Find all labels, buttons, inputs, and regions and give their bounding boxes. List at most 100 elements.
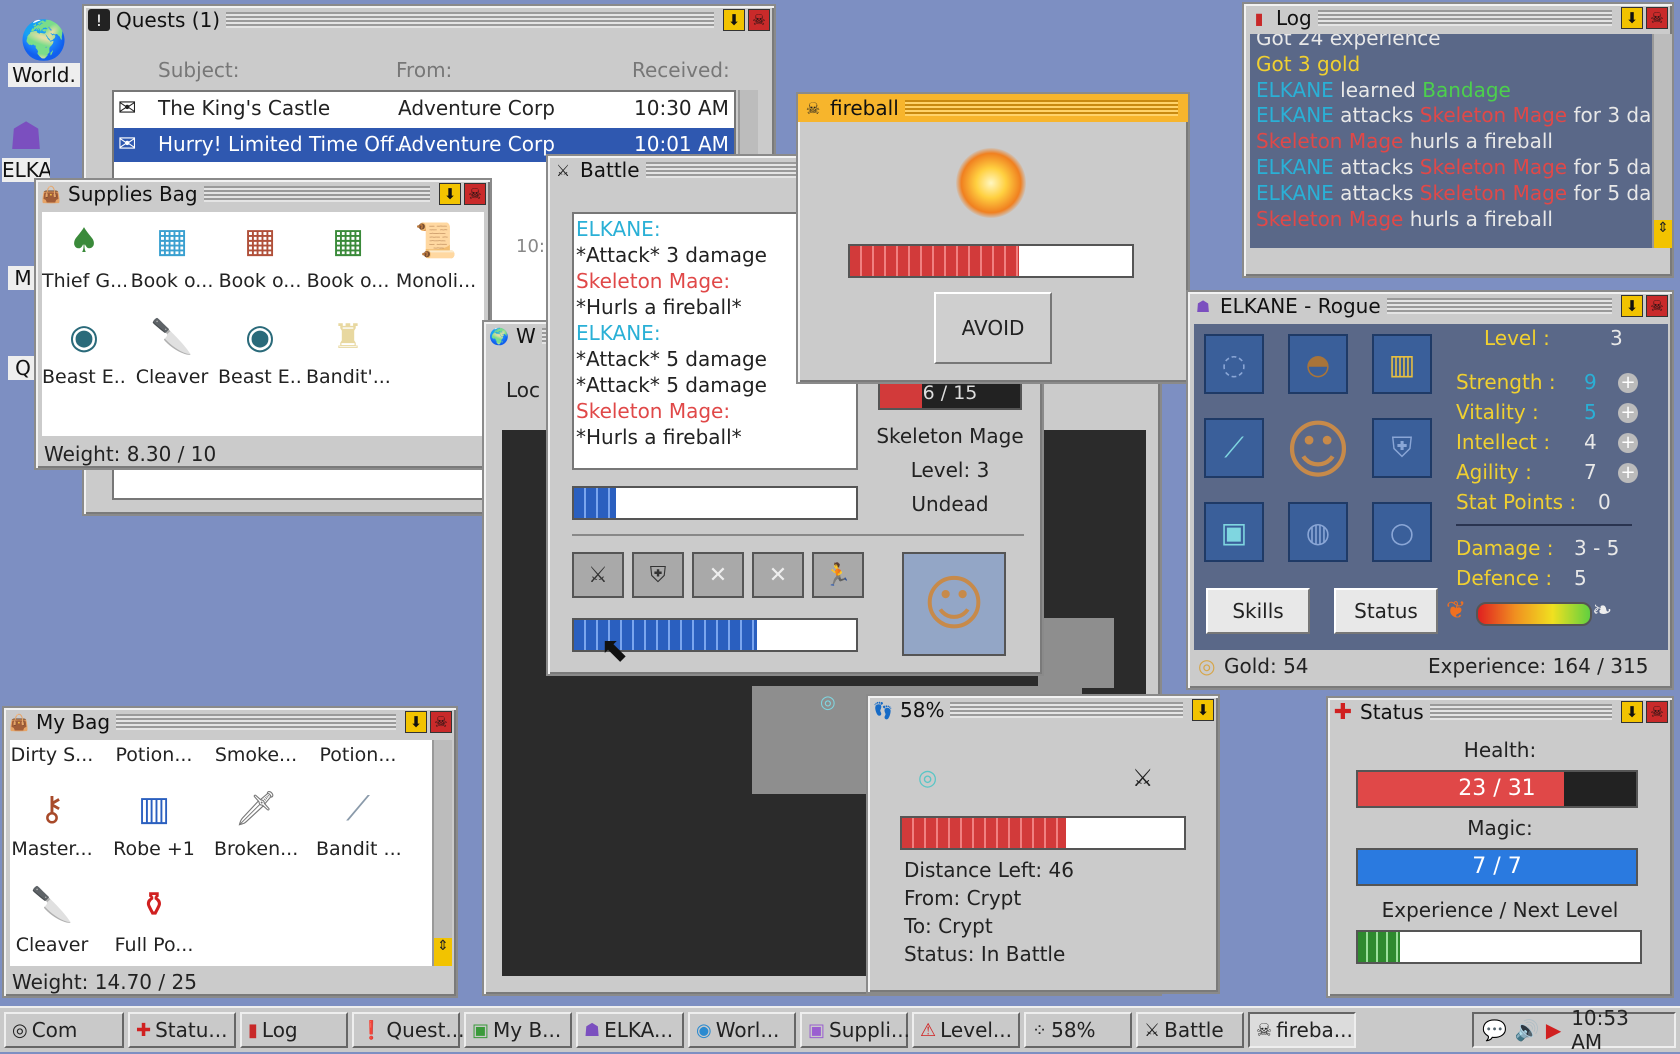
stat-value: 7 <box>1584 460 1597 484</box>
armor-slot[interactable]: ▣ <box>1204 502 1264 562</box>
minimize-icon[interactable]: ⬇ <box>723 9 745 31</box>
add-strength-button[interactable]: + <box>1618 373 1638 393</box>
my-bag-titlebar[interactable]: 👜 My Bag ⬇ ☠ <box>4 708 456 736</box>
item-label: Book o... <box>130 270 214 292</box>
angel-wing-icon: ❧ <box>1592 596 1613 624</box>
travel-titlebar[interactable]: 👣 58% ⬇ <box>868 696 1218 724</box>
add-intellect-button[interactable]: + <box>1618 433 1638 453</box>
inventory-item[interactable]: ⟋ Bandit ... <box>316 780 400 860</box>
inventory-item[interactable]: ▦ Book o... <box>218 212 302 292</box>
play-icon[interactable]: ▶ <box>1546 1018 1561 1042</box>
inventory-item[interactable]: ▥ Robe +1 <box>112 780 196 860</box>
inventory-item[interactable]: ◉ Beast E... <box>218 308 302 388</box>
necklace-slot[interactable]: ◌ <box>1204 334 1264 394</box>
close-icon[interactable]: ☠ <box>1646 701 1668 723</box>
character-titlebar[interactable]: ☗ ELKANE - Rogue ⬇ ☠ <box>1188 292 1672 320</box>
item-label: Potion... <box>115 744 193 766</box>
boots-slot[interactable]: ◍ <box>1288 502 1348 562</box>
inventory-item[interactable]: Dirty S... <box>10 744 94 766</box>
inventory-item[interactable]: ▦ Book o... <box>130 212 214 292</box>
taskbar-item-battle[interactable]: ⚔ Battle <box>1136 1012 1244 1048</box>
item-label: Book o... <box>218 270 302 292</box>
inventory-item[interactable]: ▦ Book o... <box>306 212 390 292</box>
log-scrollbar[interactable]: ⇕ <box>1652 34 1672 248</box>
minimize-icon[interactable]: ⬇ <box>1621 7 1643 29</box>
desktop-icon-world[interactable]: 🌍 World. <box>8 18 80 87</box>
inventory-item[interactable]: ♜ Bandit'... <box>306 308 390 388</box>
add-vitality-button[interactable]: + <box>1618 403 1638 423</box>
inventory-item[interactable]: 🗡 Broken... <box>214 780 298 860</box>
defend-button[interactable]: ⛨ <box>632 552 684 598</box>
taskbar-item-level[interactable]: ⚠ Level... <box>912 1012 1020 1048</box>
quests-titlebar[interactable]: ! Quests (1) ⬇ ☠ <box>84 6 774 34</box>
enemy-hp-text: 6 / 15 <box>922 382 978 404</box>
taskbar-item-world[interactable]: ◉ Worl... <box>688 1012 796 1048</box>
inventory-item[interactable]: ⚱ Full Po... <box>112 876 196 956</box>
minimize-icon[interactable]: ⬇ <box>1621 295 1643 317</box>
inventory-item[interactable]: Smoke... <box>214 744 298 766</box>
taskbar-item-character[interactable]: ☗ ELKA... <box>576 1012 684 1048</box>
status-titlebar[interactable]: ✚ Status ⬇ ☠ <box>1328 698 1672 726</box>
taskbar-item-my-bag[interactable]: ▣ My B... <box>464 1012 572 1048</box>
bar-fill <box>850 246 1020 276</box>
fireball-titlebar[interactable]: ☠ fireball <box>798 94 1188 122</box>
inventory-item[interactable]: Potion... <box>316 744 400 766</box>
inventory-item[interactable]: 🔪 Cleaver <box>10 876 94 956</box>
taskbar-item-compass[interactable]: ◎ Com <box>4 1012 124 1048</box>
close-icon[interactable]: ☠ <box>748 9 770 31</box>
taskbar-item-supplies[interactable]: ▣ Suppli... <box>800 1012 910 1048</box>
inventory-item[interactable]: 🔪 Cleaver <box>130 308 214 388</box>
x-icon: ✕ <box>768 562 788 588</box>
ring-slot[interactable]: ○ <box>1372 502 1432 562</box>
quest-row[interactable]: ✉ The King's Castle Adventure Corp 10:30… <box>114 92 734 126</box>
empty-action-slot[interactable]: ✕ <box>752 552 804 598</box>
inventory-item[interactable]: ◉ Beast E... <box>42 308 126 388</box>
inventory-item[interactable]: Potion... <box>112 744 196 766</box>
taskbar-label: Level... <box>940 1018 1013 1042</box>
battle-marker-icon: ⚔ <box>1132 764 1154 792</box>
cloak-slot[interactable]: ▥ <box>1372 334 1432 394</box>
log-titlebar[interactable]: ▮ Log ⬇ ☠ <box>1244 4 1672 32</box>
shield-slot[interactable]: ⛨ <box>1372 418 1432 478</box>
taskbar-item-quests[interactable]: ❗ Quest... <box>352 1012 464 1048</box>
desktop-icon-character[interactable]: ☗ ELKA <box>2 114 50 182</box>
taskbar-item-status[interactable]: ✚ Statu... <box>128 1012 236 1048</box>
skills-button[interactable]: Skills <box>1206 588 1310 634</box>
close-icon[interactable]: ☠ <box>430 711 452 733</box>
head-slot[interactable]: ◓ <box>1288 334 1348 394</box>
taskbar-item-fireball[interactable]: ☠ fireba... <box>1248 1012 1356 1048</box>
scroll-arrow-icon[interactable]: ⇕ <box>1654 220 1672 248</box>
inventory-item[interactable]: ⚷ Master... <box>10 780 94 860</box>
close-icon[interactable]: ☠ <box>1646 295 1668 317</box>
hat-icon: ◓ <box>1305 347 1331 381</box>
status-button[interactable]: Status <box>1334 588 1438 634</box>
avoid-button[interactable]: AVOID <box>934 292 1052 364</box>
add-agility-button[interactable]: + <box>1618 463 1638 483</box>
volume-icon[interactable]: 🔊 <box>1515 1018 1540 1042</box>
supplies-titlebar[interactable]: 👜 Supplies Bag ⬇ ☠ <box>36 180 490 208</box>
clock: 10:53 AM <box>1571 1006 1629 1054</box>
minimize-icon[interactable]: ⬇ <box>1192 699 1214 721</box>
my-bag-scrollbar[interactable]: ⇕ <box>432 740 452 966</box>
inventory-item[interactable]: 📜 Monoli... <box>394 212 478 292</box>
weapon-slot[interactable]: ⟋ <box>1204 418 1264 478</box>
my-bag-window: 👜 My Bag ⬇ ☠ Dirty S... Potion... Smoke.… <box>2 706 458 998</box>
minimize-icon[interactable]: ⬇ <box>439 183 461 205</box>
taskbar-item-log[interactable]: ▮ Log <box>240 1012 348 1048</box>
face-icon: ☺ <box>922 569 986 639</box>
minimize-icon[interactable]: ⬇ <box>1621 701 1643 723</box>
minimize-icon[interactable]: ⬇ <box>405 711 427 733</box>
close-icon[interactable]: ☠ <box>1646 7 1668 29</box>
compass-icon: ◎ <box>12 1019 28 1041</box>
scroll-arrow-icon[interactable]: ⇕ <box>434 938 452 966</box>
flee-button[interactable]: 🏃 <box>812 552 864 598</box>
chat-icon[interactable]: 💬 <box>1482 1018 1507 1042</box>
stat-label: Agility : <box>1456 460 1532 484</box>
empty-action-slot[interactable]: ✕ <box>692 552 744 598</box>
inventory-item[interactable]: ♠ Thief G... <box>42 212 126 292</box>
close-icon[interactable]: ☠ <box>464 183 486 205</box>
taskbar-item-travel[interactable]: ⁘ 58% <box>1024 1012 1132 1048</box>
attack-button[interactable]: ⚔ <box>572 552 624 598</box>
stat-points-label: Stat Points : <box>1456 490 1577 514</box>
enemy-name: Skeleton Mage <box>876 424 1024 448</box>
